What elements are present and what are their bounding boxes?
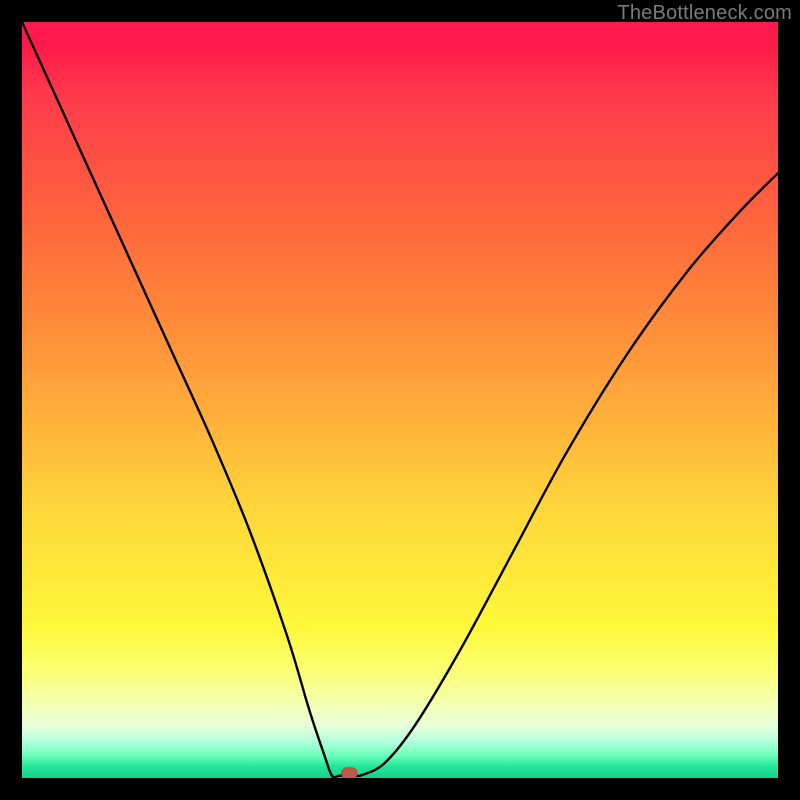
plot-area — [22, 22, 778, 778]
chart-frame: TheBottleneck.com — [0, 0, 800, 800]
bottleneck-curve — [22, 22, 778, 778]
